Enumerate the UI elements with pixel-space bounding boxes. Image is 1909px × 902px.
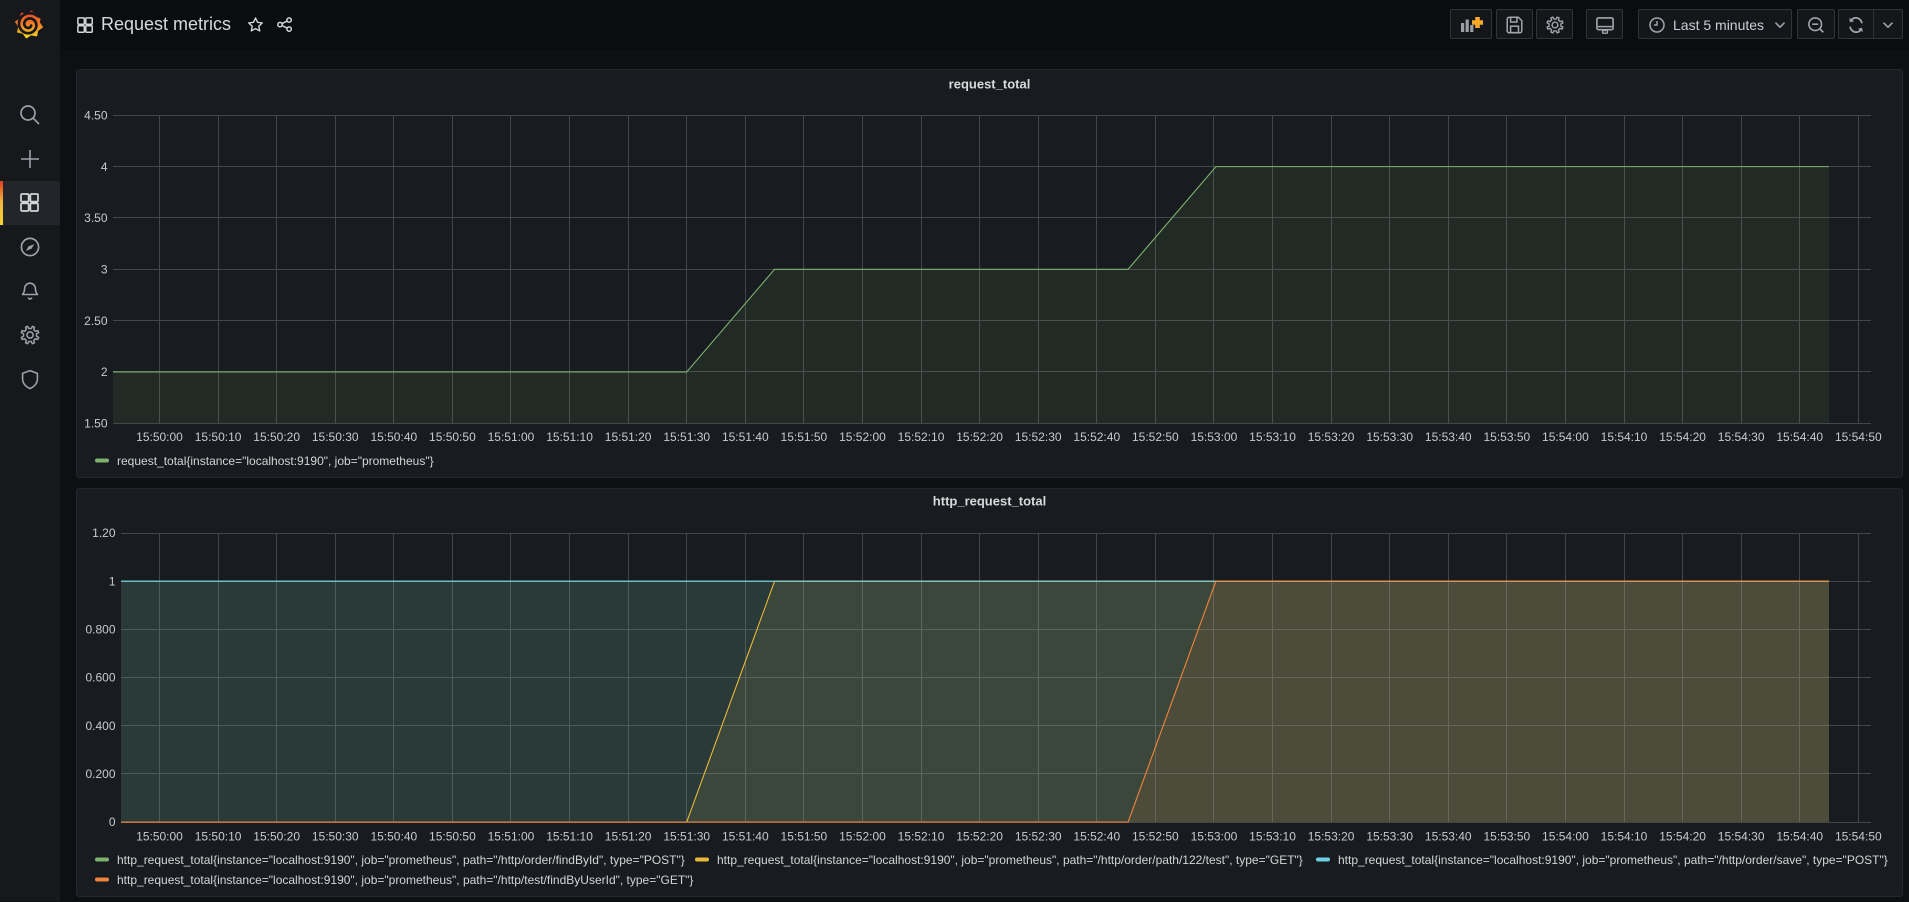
svg-text:15:53:30: 15:53:30 [1366, 830, 1413, 844]
svg-text:3.50: 3.50 [84, 211, 108, 225]
svg-text:15:54:30: 15:54:30 [1718, 430, 1765, 444]
svg-text:15:51:10: 15:51:10 [546, 430, 593, 444]
svg-text:request_total: request_total [949, 77, 1031, 92]
svg-text:15:52:50: 15:52:50 [1132, 430, 1179, 444]
svg-text:15:51:00: 15:51:00 [488, 830, 535, 844]
svg-text:2: 2 [101, 365, 108, 379]
svg-text:15:54:40: 15:54:40 [1776, 830, 1823, 844]
svg-text:15:54:10: 15:54:10 [1601, 430, 1648, 444]
svg-text:15:50:20: 15:50:20 [253, 430, 300, 444]
svg-text:0.400: 0.400 [85, 719, 115, 733]
svg-text:15:52:30: 15:52:30 [1015, 430, 1062, 444]
svg-text:http_request_total{instance="l: http_request_total{instance="localhost:9… [117, 873, 693, 887]
svg-text:15:52:50: 15:52:50 [1132, 830, 1179, 844]
svg-text:http_request_total: http_request_total [933, 494, 1046, 509]
svg-text:15:53:20: 15:53:20 [1308, 430, 1355, 444]
svg-text:15:52:40: 15:52:40 [1073, 430, 1120, 444]
svg-text:15:52:00: 15:52:00 [839, 430, 886, 444]
svg-text:15:54:00: 15:54:00 [1542, 830, 1589, 844]
svg-text:15:50:20: 15:50:20 [253, 830, 300, 844]
svg-text:15:54:20: 15:54:20 [1659, 830, 1706, 844]
svg-text:15:52:10: 15:52:10 [898, 830, 945, 844]
svg-text:http_request_total{instance="l: http_request_total{instance="localhost:9… [1338, 853, 1888, 867]
svg-text:15:54:00: 15:54:00 [1542, 430, 1589, 444]
svg-text:15:54:10: 15:54:10 [1601, 830, 1648, 844]
svg-text:15:50:30: 15:50:30 [312, 830, 359, 844]
svg-text:15:54:20: 15:54:20 [1659, 430, 1706, 444]
svg-text:4.50: 4.50 [84, 109, 108, 123]
svg-text:15:51:40: 15:51:40 [722, 830, 769, 844]
svg-text:15:51:10: 15:51:10 [546, 830, 593, 844]
svg-text:2.50: 2.50 [84, 314, 108, 328]
svg-text:1.20: 1.20 [92, 526, 116, 540]
svg-text:15:53:10: 15:53:10 [1249, 830, 1296, 844]
svg-text:15:51:40: 15:51:40 [722, 430, 769, 444]
svg-text:http_request_total{instance="l: http_request_total{instance="localhost:9… [117, 853, 685, 867]
svg-text:1.50: 1.50 [84, 416, 108, 430]
svg-text:0.200: 0.200 [85, 767, 115, 781]
svg-text:15:51:50: 15:51:50 [781, 830, 828, 844]
svg-text:3: 3 [101, 262, 108, 276]
svg-text:15:52:00: 15:52:00 [839, 830, 886, 844]
svg-text:15:50:10: 15:50:10 [195, 830, 242, 844]
svg-text:15:53:30: 15:53:30 [1366, 430, 1413, 444]
svg-text:15:51:30: 15:51:30 [663, 830, 710, 844]
svg-text:15:54:40: 15:54:40 [1776, 430, 1823, 444]
svg-text:15:51:50: 15:51:50 [781, 430, 828, 444]
svg-text:0: 0 [109, 815, 116, 829]
svg-text:0.600: 0.600 [85, 671, 115, 685]
svg-text:15:53:20: 15:53:20 [1308, 830, 1355, 844]
svg-text:15:53:50: 15:53:50 [1483, 430, 1530, 444]
svg-text:15:53:00: 15:53:00 [1191, 430, 1238, 444]
svg-text:15:53:10: 15:53:10 [1249, 430, 1296, 444]
svg-text:15:52:10: 15:52:10 [898, 430, 945, 444]
svg-text:1: 1 [109, 574, 116, 588]
svg-text:15:52:20: 15:52:20 [956, 830, 1003, 844]
svg-text:15:54:50: 15:54:50 [1835, 430, 1882, 444]
svg-text:15:52:20: 15:52:20 [956, 430, 1003, 444]
svg-text:http_request_total{instance="l: http_request_total{instance="localhost:9… [717, 853, 1303, 867]
svg-text:15:53:50: 15:53:50 [1483, 830, 1530, 844]
svg-text:15:54:50: 15:54:50 [1835, 830, 1882, 844]
svg-text:15:51:20: 15:51:20 [605, 430, 652, 444]
svg-text:4: 4 [101, 160, 108, 174]
svg-text:15:50:40: 15:50:40 [370, 830, 417, 844]
svg-text:15:53:40: 15:53:40 [1425, 430, 1472, 444]
svg-text:0.800: 0.800 [85, 623, 115, 637]
svg-text:15:53:40: 15:53:40 [1425, 830, 1472, 844]
svg-text:15:50:50: 15:50:50 [429, 430, 476, 444]
svg-text:15:50:00: 15:50:00 [136, 830, 183, 844]
svg-text:15:52:30: 15:52:30 [1015, 830, 1062, 844]
svg-text:15:51:30: 15:51:30 [663, 430, 710, 444]
svg-text:15:53:00: 15:53:00 [1191, 830, 1238, 844]
svg-text:15:51:00: 15:51:00 [488, 430, 535, 444]
svg-text:request_total{instance="localh: request_total{instance="localhost:9190",… [117, 454, 434, 468]
svg-text:15:50:10: 15:50:10 [195, 430, 242, 444]
svg-text:15:50:30: 15:50:30 [312, 430, 359, 444]
svg-text:15:50:50: 15:50:50 [429, 830, 476, 844]
svg-text:15:54:30: 15:54:30 [1718, 830, 1765, 844]
svg-text:15:52:40: 15:52:40 [1073, 830, 1120, 844]
svg-text:15:50:40: 15:50:40 [370, 430, 417, 444]
svg-text:15:51:20: 15:51:20 [605, 830, 652, 844]
svg-text:15:50:00: 15:50:00 [136, 430, 183, 444]
